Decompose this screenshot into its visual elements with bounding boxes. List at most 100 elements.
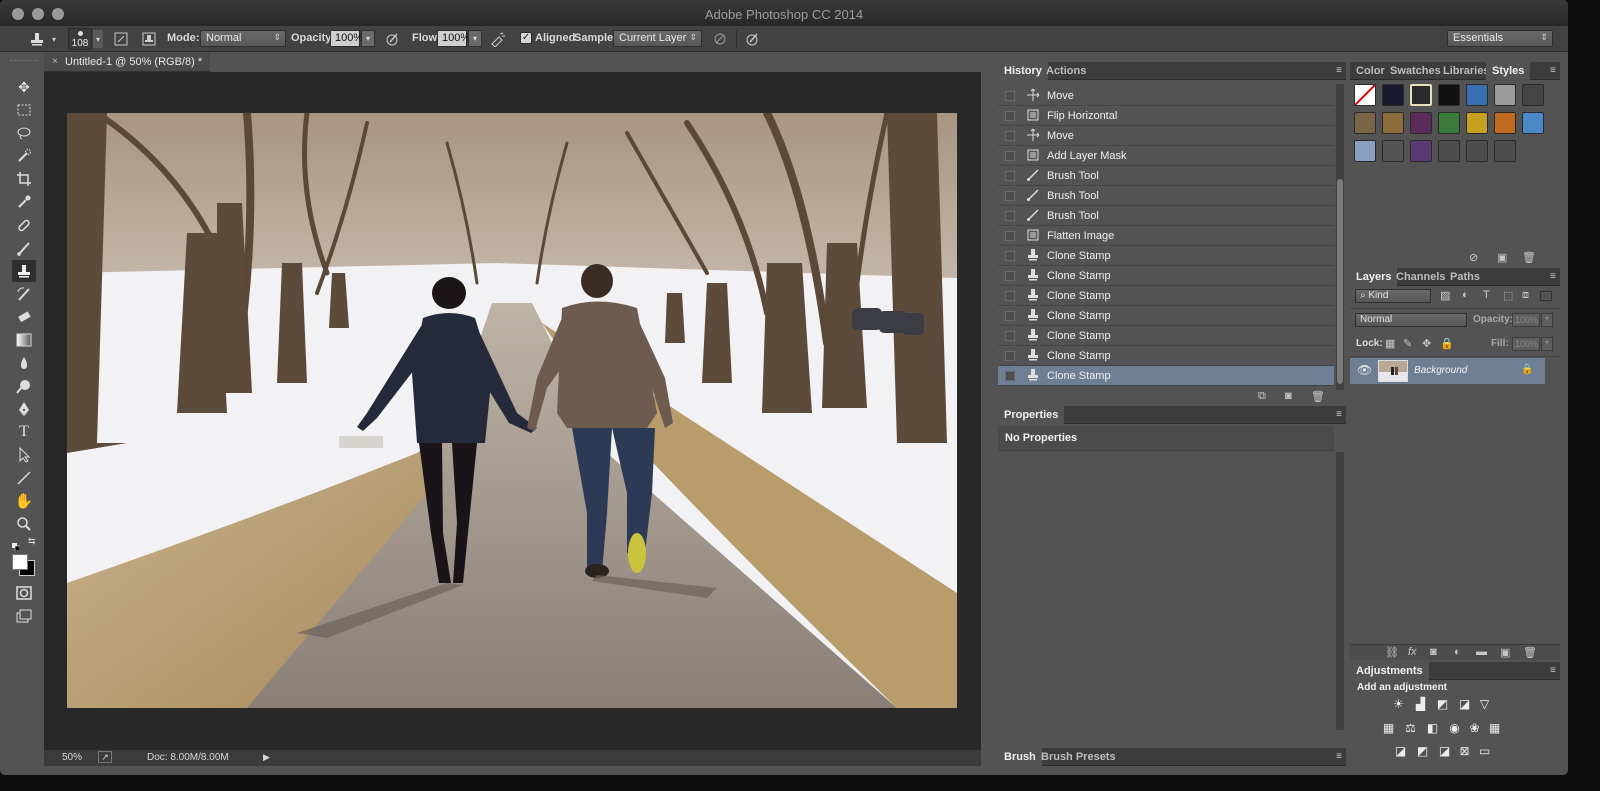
airbrush-icon[interactable] bbox=[488, 29, 508, 49]
history-source-checkbox[interactable] bbox=[1005, 151, 1015, 161]
lock-image-icon[interactable]: ✎ bbox=[1403, 337, 1412, 350]
curves-icon[interactable]: ◩ bbox=[1434, 697, 1451, 711]
pen-tool-icon[interactable] bbox=[12, 398, 36, 420]
camera-snapshot-icon[interactable]: ◙ bbox=[1285, 390, 1292, 402]
history-source-checkbox[interactable] bbox=[1005, 311, 1015, 321]
filter-smart-object-icon[interactable]: ⧈ bbox=[1522, 289, 1529, 302]
style-swatch[interactable] bbox=[1494, 84, 1516, 106]
filter-type-icon[interactable]: T bbox=[1483, 289, 1490, 301]
dodge-tool-icon[interactable] bbox=[12, 375, 36, 397]
history-row[interactable]: Clone Stamp bbox=[998, 346, 1334, 366]
healing-brush-tool-icon[interactable] bbox=[12, 214, 36, 236]
style-swatch[interactable] bbox=[1466, 84, 1488, 106]
zoom-tool-icon[interactable] bbox=[12, 513, 36, 535]
flow-slider-chevron-icon[interactable]: ▾ bbox=[468, 30, 482, 47]
add-mask-icon[interactable]: ◙ bbox=[1430, 646, 1437, 658]
style-swatch[interactable] bbox=[1382, 140, 1404, 162]
style-swatch[interactable] bbox=[1438, 112, 1460, 134]
selective-color-icon[interactable]: ⊠ bbox=[1456, 744, 1473, 758]
brightness-contrast-icon[interactable]: ☀ bbox=[1390, 697, 1407, 711]
history-row[interactable]: Move bbox=[998, 126, 1334, 146]
opacity-field[interactable]: 100% bbox=[330, 30, 363, 47]
style-swatch[interactable] bbox=[1410, 84, 1432, 106]
tab-styles[interactable]: Styles bbox=[1486, 62, 1531, 80]
toolbar-grip[interactable] bbox=[10, 60, 38, 64]
crop-tool-icon[interactable] bbox=[12, 168, 36, 190]
quick-selection-tool-icon[interactable] bbox=[12, 145, 36, 167]
panel-menu-icon[interactable]: ≡ bbox=[1336, 409, 1342, 420]
swap-colors-icon[interactable]: ⇆ bbox=[28, 536, 36, 547]
new-style-icon[interactable]: ▣ bbox=[1497, 251, 1507, 264]
tab-properties[interactable]: Properties bbox=[998, 406, 1065, 424]
hue-saturation-icon[interactable]: ▦ bbox=[1380, 721, 1397, 735]
panel-menu-icon[interactable]: ≡ bbox=[1336, 751, 1342, 762]
pressure-size-icon[interactable] bbox=[742, 29, 762, 49]
history-source-checkbox[interactable] bbox=[1005, 131, 1015, 141]
fill-chevron-icon[interactable]: ▾ bbox=[1541, 337, 1553, 351]
mode-dropdown[interactable]: Normal ⇕ bbox=[200, 30, 286, 47]
history-row[interactable]: Clone Stamp bbox=[998, 326, 1334, 346]
flow-field[interactable]: 100% bbox=[437, 30, 470, 47]
eyedropper-tool-icon[interactable] bbox=[12, 191, 36, 213]
levels-icon[interactable]: ▟ bbox=[1412, 697, 1429, 711]
style-swatch[interactable] bbox=[1354, 84, 1376, 106]
quick-mask-icon[interactable] bbox=[12, 582, 36, 604]
history-source-checkbox[interactable] bbox=[1005, 191, 1015, 201]
new-layer-icon[interactable]: ▣ bbox=[1500, 646, 1510, 659]
tab-paths[interactable]: Paths bbox=[1444, 268, 1486, 286]
blend-mode-dropdown[interactable]: Normal bbox=[1355, 313, 1467, 327]
history-row[interactable]: Clone Stamp bbox=[998, 366, 1334, 386]
style-swatch[interactable] bbox=[1494, 112, 1516, 134]
history-row[interactable]: Brush Tool bbox=[998, 166, 1334, 186]
history-brush-tool-icon[interactable] bbox=[12, 283, 36, 305]
history-scrollbar[interactable] bbox=[1336, 84, 1344, 390]
gradient-tool-icon[interactable] bbox=[12, 329, 36, 351]
sample-dropdown[interactable]: Current Layer ⇕ bbox=[613, 30, 702, 47]
history-source-checkbox[interactable] bbox=[1005, 171, 1015, 181]
filter-adjustment-icon[interactable]: ◐ bbox=[1462, 289, 1469, 301]
history-row[interactable]: Flatten Image bbox=[998, 226, 1334, 246]
history-row[interactable]: Clone Stamp bbox=[998, 306, 1334, 326]
ignore-adjustment-layers-icon[interactable] bbox=[710, 29, 730, 49]
exposure-icon[interactable]: ◪ bbox=[1456, 697, 1473, 711]
panel-menu-icon[interactable]: ≡ bbox=[1550, 271, 1556, 282]
black-white-icon[interactable]: ◧ bbox=[1424, 721, 1441, 735]
clone-source-panel-icon[interactable] bbox=[140, 29, 158, 49]
history-source-checkbox[interactable] bbox=[1005, 251, 1015, 261]
share-icon[interactable]: ↗ bbox=[98, 751, 112, 763]
style-swatch[interactable] bbox=[1494, 140, 1516, 162]
history-row[interactable]: Clone Stamp bbox=[998, 266, 1334, 286]
color-lookup-icon[interactable]: ▦ bbox=[1486, 721, 1503, 735]
style-swatch[interactable] bbox=[1354, 112, 1376, 134]
brush-preset-picker[interactable]: 108 bbox=[68, 28, 92, 50]
history-source-checkbox[interactable] bbox=[1005, 211, 1015, 221]
history-row[interactable]: Clone Stamp bbox=[998, 246, 1334, 266]
workspace-dropdown[interactable]: Essentials ⇕ bbox=[1447, 30, 1553, 47]
trash-icon[interactable]: 🗑 bbox=[1523, 646, 1537, 659]
tab-actions[interactable]: Actions bbox=[1040, 62, 1092, 80]
document-tab[interactable]: × Untitled-1 @ 50% (RGB/8) * bbox=[44, 53, 210, 72]
history-row[interactable]: Add Layer Mask bbox=[998, 146, 1334, 166]
default-colors-icon[interactable] bbox=[12, 538, 21, 552]
color-balance-icon[interactable]: ⚖ bbox=[1402, 721, 1419, 735]
status-menu-arrow-icon[interactable]: ▶ bbox=[263, 752, 270, 763]
channel-mixer-icon[interactable]: ❀ bbox=[1466, 721, 1483, 735]
style-swatch[interactable] bbox=[1382, 112, 1404, 134]
threshold-icon[interactable]: ◪ bbox=[1436, 744, 1453, 758]
history-row[interactable]: Clone Stamp bbox=[998, 286, 1334, 306]
screen-mode-icon[interactable] bbox=[12, 605, 36, 627]
properties-scrollbar[interactable] bbox=[1336, 452, 1344, 730]
zoom-level[interactable]: 50% bbox=[62, 752, 82, 763]
photo-filter-icon[interactable]: ◉ bbox=[1446, 721, 1463, 735]
history-source-checkbox[interactable] bbox=[1005, 91, 1015, 101]
blur-tool-icon[interactable] bbox=[12, 352, 36, 374]
style-swatch[interactable] bbox=[1410, 112, 1432, 134]
style-swatch[interactable] bbox=[1354, 140, 1376, 162]
close-tab-icon[interactable]: × bbox=[52, 56, 58, 67]
aligned-checkbox[interactable]: ✓ bbox=[520, 32, 532, 44]
style-swatch[interactable] bbox=[1466, 140, 1488, 162]
gradient-map-icon[interactable]: ▭ bbox=[1476, 744, 1493, 758]
foreground-color-swatch[interactable] bbox=[12, 554, 28, 570]
line-tool-icon[interactable] bbox=[12, 467, 36, 489]
history-source-checkbox[interactable] bbox=[1005, 331, 1015, 341]
